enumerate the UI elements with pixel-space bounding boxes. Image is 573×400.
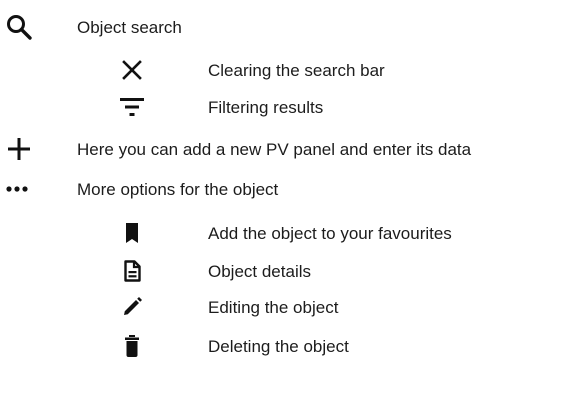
close-icon (117, 55, 147, 85)
legend-label-filter: Filtering results (208, 98, 324, 117)
legend-row-favourite: Add the object to your favourites (0, 216, 573, 250)
legend-row-more: More options for the object (0, 174, 573, 208)
trash-icon (117, 331, 147, 361)
legend-label-details: Object details (208, 262, 311, 281)
legend-row-clear: Clearing the search bar (0, 53, 573, 87)
legend-label-delete: Deleting the object (208, 337, 349, 356)
legend-row-edit: Editing the object (0, 290, 573, 324)
legend-label-search: Object search (77, 18, 182, 37)
filter-icon (117, 92, 147, 122)
legend-row-search: Object search (0, 12, 573, 46)
bookmark-icon (117, 218, 147, 248)
icon-legend: Object search Clearing the search bar Fi… (0, 0, 573, 400)
pencil-icon (117, 292, 147, 322)
legend-row-filter: Filtering results (0, 90, 573, 124)
legend-label-add: Here you can add a new PV panel and ente… (77, 140, 472, 159)
legend-label-clear: Clearing the search bar (208, 61, 385, 80)
search-icon (4, 12, 34, 42)
plus-icon (4, 134, 34, 164)
more-horizontal-icon (4, 174, 34, 204)
legend-row-add: Here you can add a new PV panel and ente… (0, 133, 573, 167)
legend-label-edit: Editing the object (208, 298, 339, 317)
document-icon (117, 256, 147, 286)
legend-label-favourite: Add the object to your favourites (208, 224, 452, 243)
legend-row-delete: Deleting the object (0, 329, 573, 363)
legend-label-more: More options for the object (77, 180, 279, 199)
legend-row-details: Object details (0, 254, 573, 288)
